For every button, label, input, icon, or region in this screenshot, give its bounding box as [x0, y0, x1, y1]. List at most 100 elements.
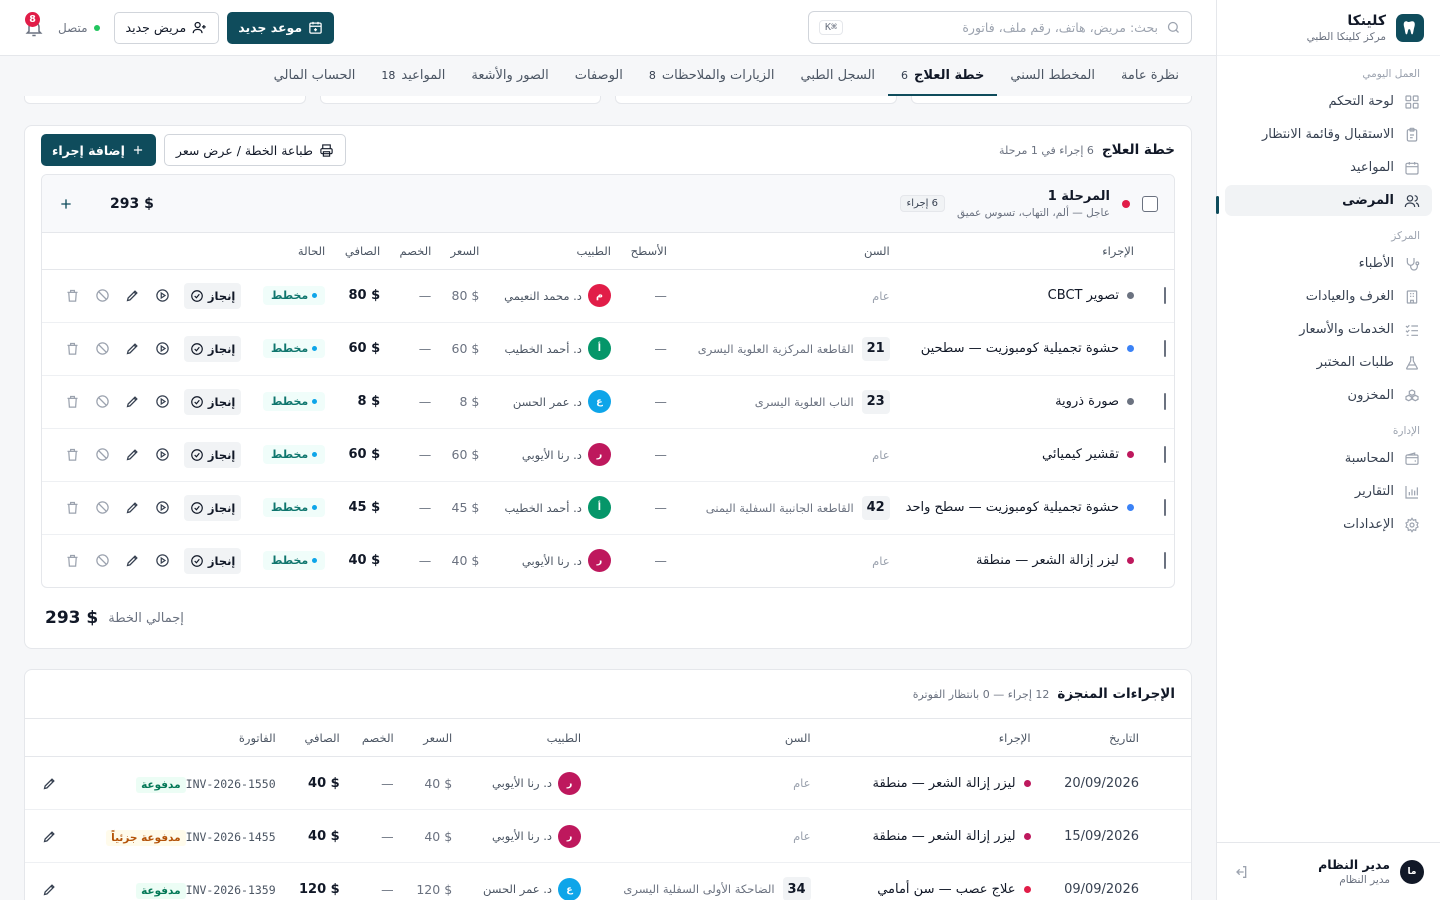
edit-icon[interactable] — [124, 288, 140, 304]
start-icon[interactable] — [154, 447, 170, 463]
cancel-icon[interactable] — [94, 394, 110, 410]
doctor-avatar: م — [587, 284, 611, 307]
sidebar-item[interactable]: الخدمات والأسعار — [1225, 314, 1432, 345]
delete-icon[interactable] — [64, 394, 80, 410]
complete-button[interactable]: إنجاز — [183, 547, 242, 574]
row-checkbox[interactable] — [1164, 287, 1166, 304]
add-procedure-button[interactable]: إضافة إجراء — [41, 134, 156, 166]
sidebar-item[interactable]: الغرف والعيادات — [1225, 281, 1432, 312]
row-checkbox[interactable] — [1164, 499, 1166, 516]
edit-icon[interactable] — [124, 553, 140, 569]
phase-checkbox[interactable] — [1142, 195, 1158, 212]
cancel-icon[interactable] — [94, 500, 110, 516]
doctor-cell: ع د. عمر الحسن — [487, 375, 619, 429]
new-appointment-button[interactable]: موعد جديد — [227, 11, 335, 44]
doctor-name: د. رنا الأيوبي — [521, 447, 582, 462]
sidebar-item[interactable]: الاستقبال وقائمة الانتظار — [1225, 119, 1432, 150]
edit-icon[interactable] — [124, 500, 140, 516]
tab-item[interactable]: السجل الطبي — [787, 56, 888, 96]
notifications-button[interactable]: 8 — [24, 11, 44, 38]
start-icon[interactable] — [154, 500, 170, 516]
doctor-avatar: ر — [587, 443, 611, 466]
cancel-icon[interactable] — [94, 341, 110, 357]
start-icon[interactable] — [154, 288, 170, 304]
avatar[interactable]: ما — [1400, 859, 1424, 884]
tooth-number: 21 — [861, 336, 890, 361]
print-plan-button[interactable]: طباعة الخطة / عرض سعر — [163, 134, 346, 166]
tooth-cell: 23 الناب العلوية اليسرى — [674, 375, 898, 429]
row-checkbox[interactable] — [1164, 340, 1166, 357]
tab-item[interactable]: الحساب المالي — [261, 56, 369, 96]
doctor-avatar: ع — [587, 390, 611, 413]
tab-item[interactable]: المواعيد 18 — [368, 56, 458, 96]
phase-header: المرحلة 1 عاجل — ألم، التهاب، تسوس عميق … — [42, 175, 1174, 233]
tab-item[interactable]: نظرة عامة — [1108, 56, 1192, 96]
start-icon[interactable] — [154, 341, 170, 357]
sidebar-item[interactable]: التقارير — [1225, 476, 1432, 507]
edit-icon[interactable] — [33, 882, 57, 897]
add-to-phase-plus-icon[interactable] — [58, 196, 74, 212]
tab-item[interactable]: الوصفات — [562, 56, 636, 96]
search-input[interactable]: بحث: مريض، هاتف، رقم ملف، فاتورة ⌘K — [808, 11, 1192, 44]
sidebar-item[interactable]: المحاسبة — [1225, 443, 1432, 474]
invoice-number[interactable]: INV-2026-1359 — [186, 883, 276, 897]
complete-button[interactable]: إنجاز — [183, 335, 242, 362]
payment-status-badge: مدفوعة — [136, 776, 186, 793]
complete-button[interactable]: إنجاز — [183, 494, 242, 521]
row-select-cell — [1142, 322, 1174, 376]
cancel-icon[interactable] — [94, 447, 110, 463]
completed-header: الإجراءات المنجزة 12 إجراء — 0 بانتظار ا… — [25, 670, 1191, 718]
status-badge: مخطط — [262, 551, 326, 571]
sidebar-item[interactable]: المواعيد — [1225, 152, 1432, 183]
delete-icon[interactable] — [64, 500, 80, 516]
procedure-cell: ليزر إزالة الشعر — منطقة — [818, 756, 1039, 810]
print-plan-label: طباعة الخطة / عرض سعر — [175, 142, 313, 158]
shortcut-hint: ⌘K — [819, 20, 844, 35]
sidebar-item[interactable]: المخزون — [1225, 380, 1432, 411]
edit-icon[interactable] — [33, 776, 57, 791]
sidebar-item-label: المحاسبة — [1344, 451, 1394, 466]
sidebar-item[interactable]: لوحة التحكم — [1225, 86, 1432, 117]
new-patient-button[interactable]: مريض جديد — [113, 11, 220, 44]
edit-icon[interactable] — [124, 447, 140, 463]
edit-icon[interactable] — [124, 394, 140, 410]
sidebar-item[interactable]: طلبات المختبر — [1225, 347, 1432, 378]
cancel-icon[interactable] — [94, 288, 110, 304]
complete-button[interactable]: إنجاز — [183, 388, 242, 415]
invoice-number[interactable]: INV-2026-1455 — [186, 830, 276, 844]
sidebar-item[interactable]: الأطباء — [1225, 248, 1432, 279]
row-actions-cell: إنجاز — [42, 375, 250, 429]
complete-button[interactable]: إنجاز — [183, 441, 242, 468]
start-icon[interactable] — [154, 553, 170, 569]
tab-item[interactable]: الصور والأشعة — [458, 56, 561, 96]
cancel-icon[interactable] — [94, 553, 110, 569]
delete-icon[interactable] — [64, 288, 80, 304]
completed-subtitle: 12 إجراء — 0 بانتظار الفوترة — [912, 687, 1050, 701]
tab-count: 8 — [648, 68, 656, 82]
procedure-name: ليزر إزالة الشعر — منطقة — [872, 828, 1016, 844]
gear-icon — [1404, 517, 1420, 533]
tooth-cell: 42 القاطعة الجانبية السفلية اليمنى — [674, 481, 898, 535]
delete-icon[interactable] — [64, 447, 80, 463]
online-label: متصل — [58, 20, 88, 35]
logout-icon[interactable] — [1233, 864, 1249, 880]
tab-item[interactable]: الزيارات والملاحظات 8 — [636, 56, 788, 96]
sidebar-item[interactable]: المرضى — [1225, 185, 1432, 216]
phase-title: المرحلة 1 — [1047, 188, 1110, 204]
edit-icon[interactable] — [33, 829, 57, 844]
row-checkbox[interactable] — [1164, 393, 1166, 410]
invoice-number[interactable]: INV-2026-1550 — [186, 777, 276, 791]
sidebar-section-label: الإدارة — [1392, 425, 1420, 437]
tab-item[interactable]: المخطط السني — [997, 56, 1108, 96]
tab-item[interactable]: خطة العلاج 6 — [888, 56, 998, 96]
edit-icon[interactable] — [124, 341, 140, 357]
column-header: الإجراء — [897, 233, 1142, 270]
phase-urgency-dot — [1122, 199, 1130, 208]
start-icon[interactable] — [154, 394, 170, 410]
delete-icon[interactable] — [64, 553, 80, 569]
row-checkbox[interactable] — [1164, 552, 1166, 570]
row-checkbox[interactable] — [1164, 446, 1166, 463]
complete-button[interactable]: إنجاز — [183, 282, 242, 309]
delete-icon[interactable] — [64, 341, 80, 357]
sidebar-item[interactable]: الإعدادات — [1225, 509, 1432, 540]
